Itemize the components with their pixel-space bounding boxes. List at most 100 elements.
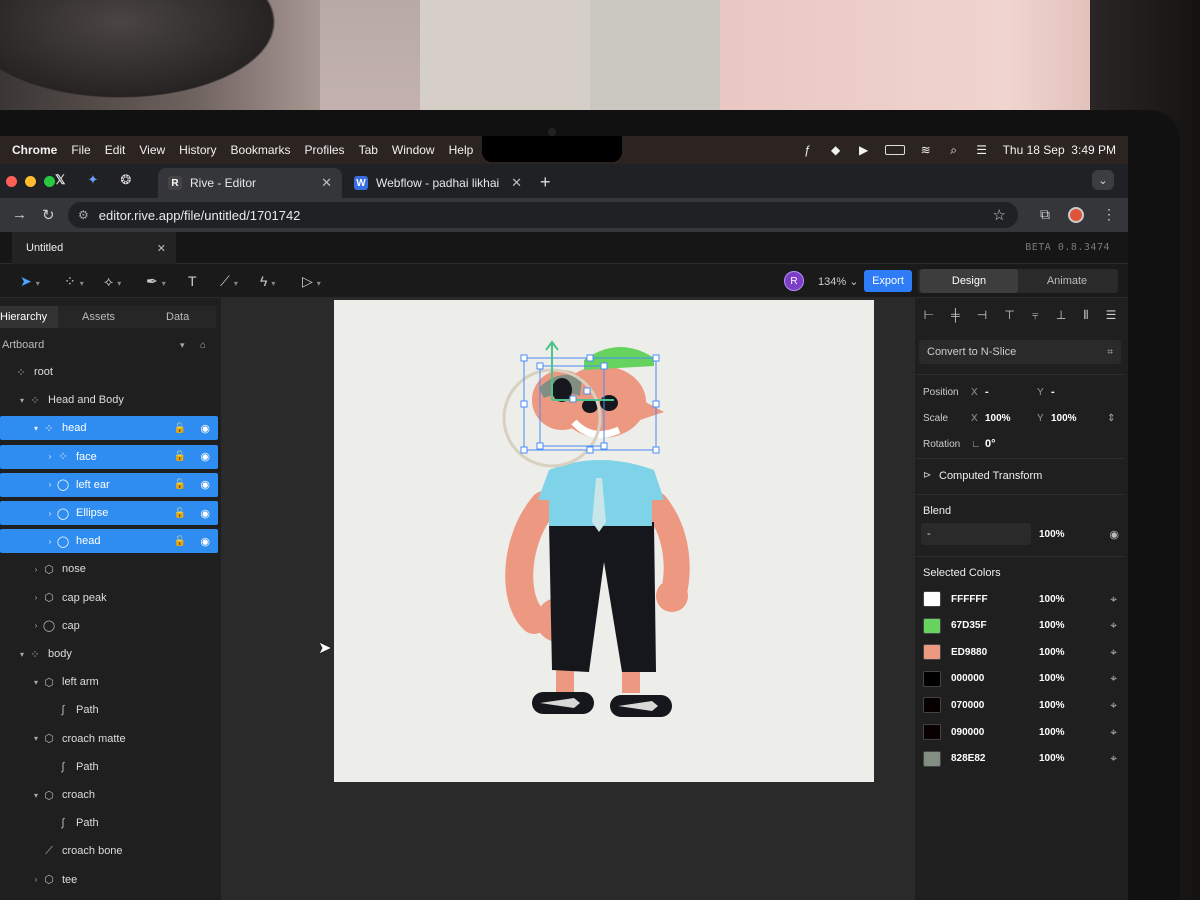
battery-icon[interactable] xyxy=(884,145,905,155)
rotation-field[interactable]: 0° xyxy=(985,438,996,450)
color-opacity[interactable]: 100% xyxy=(1039,700,1065,711)
visibility-eye-icon[interactable]: ◉ xyxy=(200,478,210,491)
expand-chevron-icon[interactable]: ▾ xyxy=(30,791,42,800)
right-eye[interactable] xyxy=(600,395,618,411)
spotlight-search-icon[interactable]: ⌕ xyxy=(947,144,961,156)
computed-transform-section[interactable]: ⊳ Computed Transform xyxy=(915,458,1125,492)
menu-edit[interactable]: Edit xyxy=(105,143,126,157)
control-center-icon[interactable]: ☰ xyxy=(975,144,989,156)
align-left-icon[interactable]: ⊢ xyxy=(924,308,934,328)
tree-item[interactable]: ▾ ⬡ croach matte xyxy=(0,727,218,751)
reload-icon[interactable]: ↻ xyxy=(42,206,55,224)
eye-icon[interactable]: ◉ xyxy=(1109,528,1119,541)
expand-chevron-icon[interactable]: ▾ xyxy=(30,424,42,433)
color-row[interactable]: 000000 100% ⌖ xyxy=(923,669,1123,689)
position-x-field[interactable]: - xyxy=(985,386,989,398)
expand-chevron-icon[interactable]: › xyxy=(44,480,56,489)
color-opacity[interactable]: 100% xyxy=(1039,620,1065,631)
site-info-icon[interactable]: ⚙ xyxy=(78,208,89,222)
color-swatch[interactable] xyxy=(923,617,941,634)
artboard-tool-icon[interactable]: ⁘ ▾ xyxy=(64,273,84,290)
left-eye[interactable] xyxy=(552,378,572,402)
expand-chevron-icon[interactable]: ▾ xyxy=(16,396,28,405)
tree-item[interactable]: › ⬡ tee xyxy=(0,868,218,892)
menu-bookmarks[interactable]: Bookmarks xyxy=(231,143,291,157)
vector-tool-icon[interactable]: ⟋ ▾ xyxy=(220,273,238,290)
url-text[interactable]: editor.rive.app/file/untitled/1701742 xyxy=(99,208,301,223)
event-tool-icon[interactable]: ϟ ▾ xyxy=(260,273,275,289)
select-target-icon[interactable]: ⌖ xyxy=(1110,645,1117,660)
new-tab-button[interactable]: + xyxy=(540,172,551,193)
color-opacity[interactable]: 100% xyxy=(1039,727,1065,738)
extensions-icon[interactable]: ⧉ xyxy=(1040,206,1050,223)
tree-item[interactable]: › ⬡ cap peak xyxy=(0,586,218,610)
distribute-h-icon[interactable]: ⫴ xyxy=(1083,308,1088,328)
expand-circle-icon[interactable]: ⊳ xyxy=(923,470,931,481)
align-bottom-icon[interactable]: ⊥ xyxy=(1056,308,1066,328)
tree-item[interactable]: › ⁘ face 🔓 ◉ xyxy=(0,444,218,469)
select-target-icon[interactable]: ⌖ xyxy=(1110,698,1117,713)
vpn-icon[interactable]: ◆ xyxy=(829,144,843,156)
expand-chevron-icon[interactable]: › xyxy=(44,537,56,546)
expand-chevron-icon[interactable]: ▾ xyxy=(30,734,42,743)
left-arm[interactable] xyxy=(505,491,558,634)
pen-tool-icon[interactable]: ✒ ▾ xyxy=(146,273,166,290)
play-tool-icon[interactable]: ▷ ▾ xyxy=(302,273,321,290)
chatgpt-icon[interactable]: ❂ xyxy=(120,172,131,188)
bone-tool-icon[interactable]: ⟡ ▾ xyxy=(104,273,121,290)
chevron-down-icon[interactable]: ▾ xyxy=(180,340,185,351)
color-swatch[interactable] xyxy=(923,670,941,687)
tree-item[interactable]: › ◯ cap xyxy=(0,614,218,638)
minimize-window-button[interactable] xyxy=(25,176,36,187)
artboard[interactable] xyxy=(334,300,874,782)
clock[interactable]: Thu 18 Sep 3:49 PM xyxy=(1003,143,1116,157)
tab-assets[interactable]: Assets xyxy=(82,306,115,328)
color-row[interactable]: 67D35F 100% ⌖ xyxy=(923,616,1123,636)
lock-icon[interactable]: 🔓 xyxy=(174,508,186,519)
lock-icon[interactable]: 🔓 xyxy=(174,536,186,547)
color-swatch[interactable] xyxy=(923,591,941,607)
color-swatch[interactable] xyxy=(923,644,941,661)
visibility-eye-icon[interactable]: ◉ xyxy=(200,450,210,463)
align-center-v-icon[interactable]: ⫧ xyxy=(1032,308,1039,328)
visibility-eye-icon[interactable]: ◉ xyxy=(200,422,210,435)
tree-item[interactable]: ⟋ croach bone xyxy=(0,839,218,863)
expand-chevron-icon[interactable]: › xyxy=(30,875,42,884)
visibility-eye-icon[interactable]: ◉ xyxy=(200,507,210,520)
tree-item[interactable]: › ◯ head 🔓 ◉ xyxy=(0,529,218,554)
color-hex[interactable]: 67D35F xyxy=(951,620,1041,631)
text-tool-icon[interactable]: T xyxy=(188,273,197,289)
address-bar[interactable]: ⚙ editor.rive.app/file/untitled/1701742 … xyxy=(68,202,1018,228)
tab-hierarchy[interactable]: Hierarchy xyxy=(0,306,58,328)
tree-item[interactable]: ▾ ⁘ Head and Body xyxy=(0,388,218,412)
align-center-h-icon[interactable]: ╪ xyxy=(951,308,960,328)
convert-nslice-button[interactable]: Convert to N-Slice ⌗ xyxy=(919,340,1121,364)
artboard-selector[interactable]: Artboard ▾ ⌂ xyxy=(0,334,216,356)
color-row[interactable]: 090000 100% ⌖ xyxy=(923,722,1123,742)
nose[interactable] xyxy=(634,396,664,422)
color-row[interactable]: FFFFFF 100% ⌖ xyxy=(923,589,1123,609)
pants[interactable] xyxy=(549,522,656,672)
color-hex[interactable]: FFFFFF xyxy=(951,594,1041,605)
export-button[interactable]: Export xyxy=(864,270,912,292)
color-hex[interactable]: 070000 xyxy=(951,700,1041,711)
chrome-menu-icon[interactable]: ⋮ xyxy=(1102,206,1116,223)
tab-data[interactable]: Data xyxy=(166,306,189,328)
align-top-icon[interactable]: ⊤ xyxy=(1004,308,1014,328)
menu-help[interactable]: Help xyxy=(449,143,474,157)
color-hex[interactable]: 090000 xyxy=(951,727,1041,738)
select-target-icon[interactable]: ⌖ xyxy=(1110,592,1117,607)
align-right-icon[interactable]: ⊣ xyxy=(977,308,987,328)
menu-file[interactable]: File xyxy=(71,143,90,157)
character-illustration[interactable] xyxy=(334,300,874,782)
zoom-window-button[interactable] xyxy=(44,176,55,187)
lock-icon[interactable]: 🔓 xyxy=(174,479,186,490)
close-window-button[interactable] xyxy=(6,176,17,187)
expand-chevron-icon[interactable]: › xyxy=(30,593,42,602)
figma-icon[interactable]: ƒ xyxy=(801,144,815,156)
close-tab-icon[interactable]: ✕ xyxy=(511,175,522,191)
tree-item[interactable]: ∫ Path xyxy=(0,698,218,722)
tree-item[interactable]: › ⬡ nose xyxy=(0,557,218,581)
x-icon[interactable]: 𝕏 xyxy=(55,172,65,188)
color-swatch[interactable] xyxy=(923,697,941,714)
